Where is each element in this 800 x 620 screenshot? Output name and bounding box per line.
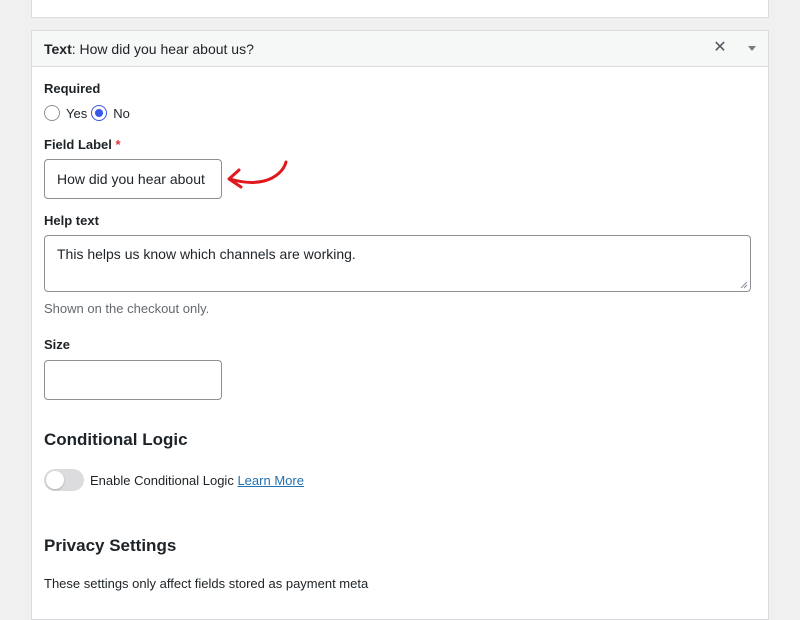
learn-more-link[interactable]: Learn More: [237, 473, 303, 488]
size-input[interactable]: [44, 360, 222, 400]
field-label-label: Field Label *: [44, 137, 121, 152]
conditional-logic-heading: Conditional Logic: [44, 430, 188, 449]
chevron-down-icon[interactable]: [745, 40, 759, 56]
privacy-settings-heading: Privacy Settings: [44, 536, 177, 555]
required-yes-radio[interactable]: [44, 105, 60, 121]
help-text-label: Help text: [44, 213, 99, 228]
required-no-radio[interactable]: [91, 105, 108, 121]
conditional-logic-row: Enable Conditional Logic Learn More: [90, 473, 304, 488]
required-label: Required: [44, 81, 101, 96]
toggle-knob: [46, 471, 64, 489]
field-panel-header[interactable]: Text: How did you hear about us? ✕: [32, 31, 768, 67]
conditional-logic-toggle[interactable]: [44, 469, 84, 491]
close-icon[interactable]: ✕: [711, 39, 729, 57]
required-no-label[interactable]: No: [113, 106, 130, 121]
resize-handle-icon[interactable]: [740, 281, 748, 289]
previous-field-panel: [31, 0, 769, 18]
required-yes-label[interactable]: Yes: [66, 106, 87, 121]
field-label-text: Field Label: [44, 137, 112, 152]
help-text-description: Shown on the checkout only.: [44, 301, 210, 316]
help-text-textarea[interactable]: This helps us know which channels are wo…: [44, 235, 751, 292]
field-settings-panel: Text: How did you hear about us? ✕: [31, 30, 769, 620]
size-label: Size: [44, 337, 71, 352]
required-radio-group: Yes No: [44, 104, 134, 122]
privacy-settings-description: These settings only affect fields stored…: [44, 576, 369, 591]
field-type-label: Text: [44, 41, 72, 57]
field-title-text: How did you hear about us?: [79, 41, 254, 57]
help-text-value: This helps us know which channels are wo…: [57, 246, 356, 262]
required-marker: *: [115, 137, 121, 152]
conditional-logic-toggle-label[interactable]: Enable Conditional Logic: [90, 473, 234, 488]
field-label-input[interactable]: How did you hear about: [44, 159, 222, 199]
field-panel-title: Text: How did you hear about us?: [44, 41, 254, 57]
annotation-arrow-icon: [227, 160, 288, 189]
